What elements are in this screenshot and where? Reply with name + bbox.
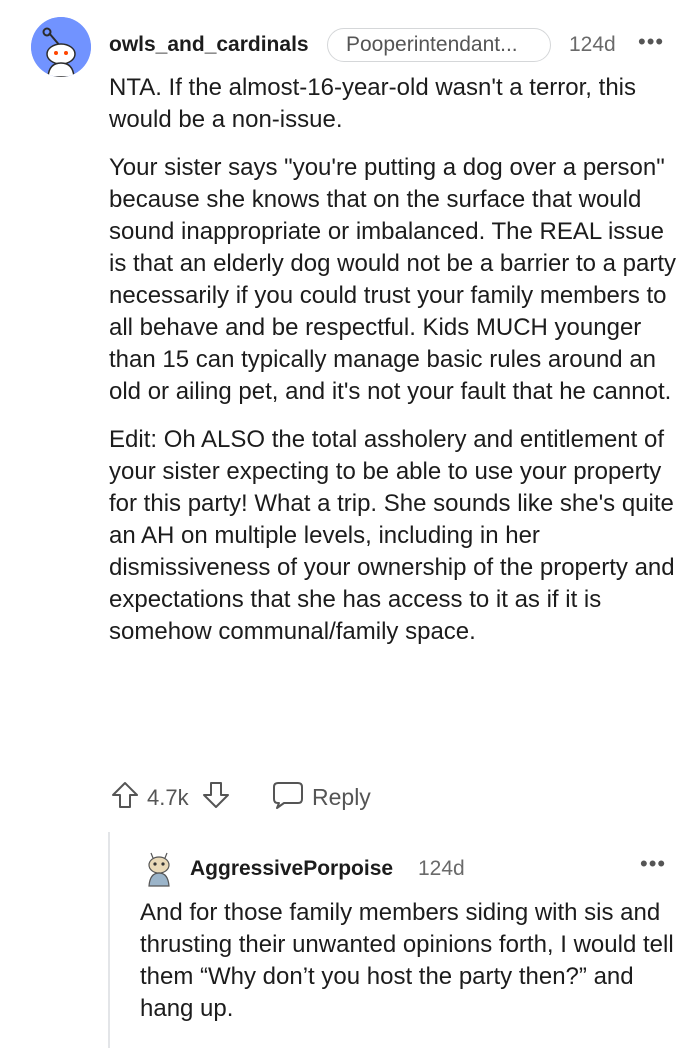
comment-paragraph: NTA. If the almost-16-year-old wasn't a … [109,74,636,133]
comment-body: NTA. If the almost-16-year-old wasn't a … [109,72,687,664]
avatar[interactable] [141,851,177,887]
comment-paragraph: Your sister says "you're putting a dog o… [109,154,676,405]
snoo-avatar-icon [141,851,177,887]
user-flair: Pooperintendant... [327,28,551,62]
more-options-icon[interactable]: ••• [640,851,666,877]
downvote-button[interactable] [201,780,231,810]
vote-count: 4.7k [147,785,189,810]
comment-paragraph: Edit: Oh ALSO the total assholery and en… [109,426,675,645]
upvote-button[interactable] [110,780,140,810]
chat-bubble-icon [273,782,303,809]
reply-author[interactable]: AggressivePorpoise [190,857,393,881]
comment-age: 124d [569,33,616,56]
upvote-arrow-icon [112,782,138,808]
comment-author[interactable]: owls_and_cardinals [109,33,309,57]
more-options-icon[interactable]: ••• [638,29,664,55]
snoo-avatar-icon [31,17,91,77]
thread-line[interactable] [108,832,110,1048]
reply-age: 124d [418,857,465,880]
downvote-arrow-icon [203,782,229,808]
reply-body: And for those family members siding with… [140,899,674,1022]
avatar[interactable] [31,17,91,77]
reply-button[interactable] [272,780,304,810]
reply-label[interactable]: Reply [312,784,371,811]
